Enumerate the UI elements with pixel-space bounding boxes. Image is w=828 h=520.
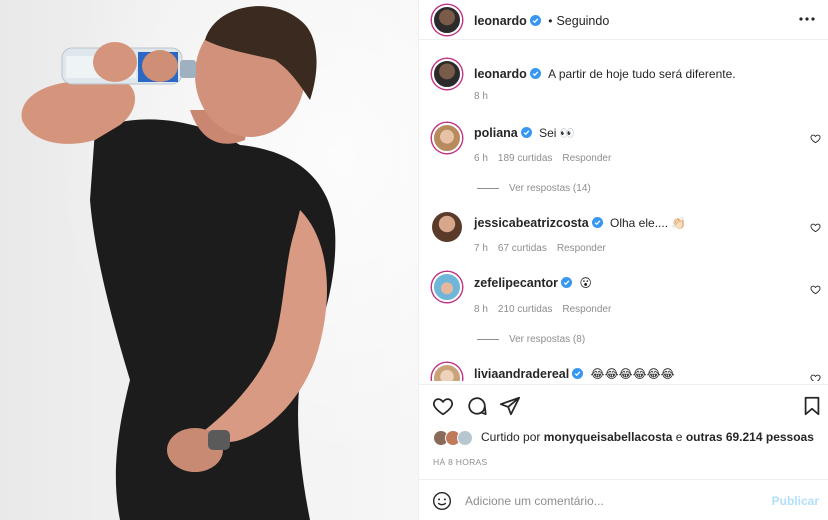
view-replies-button[interactable]: Ver respostas (8) xyxy=(477,334,585,345)
comment-time: 8 h xyxy=(474,304,488,315)
caption-avatar[interactable] xyxy=(432,59,462,89)
comment-item: zefelipecantor 😮 8 h 210 curtidas Responde… xyxy=(419,272,828,362)
comment-avatar[interactable] xyxy=(432,272,462,302)
comment-text: Sei 👀 xyxy=(539,126,575,140)
comment-item: poliana Sei 👀 6 h 189 curtidas Responder V… xyxy=(419,123,828,213)
comment-text: Olha ele.... 👏🏻 xyxy=(610,216,687,230)
action-bar xyxy=(419,384,828,424)
publish-button[interactable]: Publicar xyxy=(772,494,819,508)
heart-icon[interactable] xyxy=(810,222,821,233)
comment-avatar[interactable] xyxy=(432,212,462,242)
caption-time: 8 h xyxy=(474,91,488,102)
reply-button[interactable]: Responder xyxy=(557,243,606,254)
comment-line: poliana Sei 👀 xyxy=(474,125,575,141)
author-username[interactable]: leonardo xyxy=(474,14,527,28)
author-avatar[interactable] xyxy=(432,5,462,35)
verified-badge-icon xyxy=(529,68,541,79)
heart-icon[interactable] xyxy=(810,373,821,381)
smiley-icon[interactable] xyxy=(432,491,452,511)
verified-badge-icon xyxy=(561,277,573,288)
comment-time: 6 h xyxy=(474,153,488,164)
comment-line: liviaandradereal 😂😂😂😂😂😂 xyxy=(474,366,675,381)
comment-likes[interactable]: 189 curtidas xyxy=(498,153,552,164)
comment-username[interactable]: poliana xyxy=(474,126,518,140)
comment-meta: 6 h 189 curtidas Responder xyxy=(474,153,621,164)
hand-on-bottle-2 xyxy=(142,50,178,82)
replies-dash xyxy=(477,187,499,189)
bookmark-icon[interactable] xyxy=(801,395,823,417)
comment-time: 7 h xyxy=(474,243,488,254)
caption-text: A partir de hoje tudo será diferente. xyxy=(548,67,736,81)
verified-badge-icon xyxy=(572,368,584,379)
add-comment-bar: Publicar xyxy=(419,479,828,520)
more-options-icon[interactable] xyxy=(797,9,817,29)
comment-icon[interactable] xyxy=(466,395,488,417)
comment-text: 😂😂😂😂😂😂 xyxy=(590,367,675,381)
likes-text: Curtido por monyqueisabellacosta e outra… xyxy=(481,430,814,444)
hand-on-bottle xyxy=(93,42,137,82)
comment-avatar[interactable] xyxy=(432,123,462,153)
separator-dot: • xyxy=(548,14,553,28)
view-replies-label[interactable]: Ver respostas (14) xyxy=(509,183,591,194)
comment-text: 😮 xyxy=(579,276,592,290)
heart-icon[interactable] xyxy=(810,284,821,295)
liker-avatar[interactable] xyxy=(457,430,473,446)
caption-item: leonardo A partir de hoje tudo será dife… xyxy=(419,59,828,119)
comment-likes[interactable]: 210 curtidas xyxy=(498,304,552,315)
post-header: leonardo • Seguindo xyxy=(419,0,828,40)
comment-likes[interactable]: 67 curtidas xyxy=(498,243,547,254)
reply-button[interactable]: Responder xyxy=(562,153,611,164)
verified-badge-icon xyxy=(520,127,532,138)
heart-icon[interactable] xyxy=(432,395,454,417)
likes-others[interactable]: outras 69.214 pessoas xyxy=(686,430,814,444)
comment-username[interactable]: zefelipecantor xyxy=(474,276,558,290)
likes-prefix: Curtido por xyxy=(481,430,541,444)
comment-meta: 7 h 67 curtidas Responder xyxy=(474,243,616,254)
likes-middle: e xyxy=(675,430,683,444)
post-time-ago[interactable]: HÁ 8 HORAS xyxy=(433,457,488,467)
paper-plane-icon[interactable] xyxy=(499,395,521,417)
comment-avatar[interactable] xyxy=(432,363,462,381)
caption-line: leonardo A partir de hoje tudo será dife… xyxy=(474,66,736,82)
comment-username[interactable]: liviaandradereal xyxy=(474,367,569,381)
verified-badge-icon xyxy=(591,217,603,228)
verified-badge-icon xyxy=(529,15,541,26)
comment-username[interactable]: jessicabeatrizcosta xyxy=(474,216,589,230)
watch-shape xyxy=(208,430,230,450)
comment-input[interactable] xyxy=(465,491,765,511)
author-name-group[interactable]: leonardo • Seguindo xyxy=(474,12,609,30)
liker-avatars xyxy=(433,430,477,446)
photo-illustration xyxy=(21,6,336,520)
reply-button[interactable]: Responder xyxy=(562,304,611,315)
comment-item: jessicabeatrizcosta Olha ele.... 👏🏻 7 h 6… xyxy=(419,212,828,272)
comment-item: liviaandradereal 😂😂😂😂😂😂 xyxy=(419,363,828,381)
likes-user[interactable]: monyqueisabellacosta xyxy=(544,430,673,444)
replies-dash xyxy=(477,338,499,340)
view-replies-button[interactable]: Ver respostas (14) xyxy=(477,183,591,194)
comment-line: zefelipecantor 😮 xyxy=(474,275,592,291)
post-side-panel: leonardo • Seguindo leonardo A partir de … xyxy=(418,0,828,520)
follow-status[interactable]: Seguindo xyxy=(556,14,609,28)
comment-line: jessicabeatrizcosta Olha ele.... 👏🏻 xyxy=(474,215,686,231)
view-replies-label[interactable]: Ver respostas (8) xyxy=(509,334,585,345)
caption-username[interactable]: leonardo xyxy=(474,67,527,81)
comment-meta: 8 h 210 curtidas Responder xyxy=(474,304,621,315)
comments-list[interactable]: leonardo A partir de hoje tudo será dife… xyxy=(419,41,828,381)
post-photo xyxy=(0,0,418,520)
heart-icon[interactable] xyxy=(810,133,821,144)
